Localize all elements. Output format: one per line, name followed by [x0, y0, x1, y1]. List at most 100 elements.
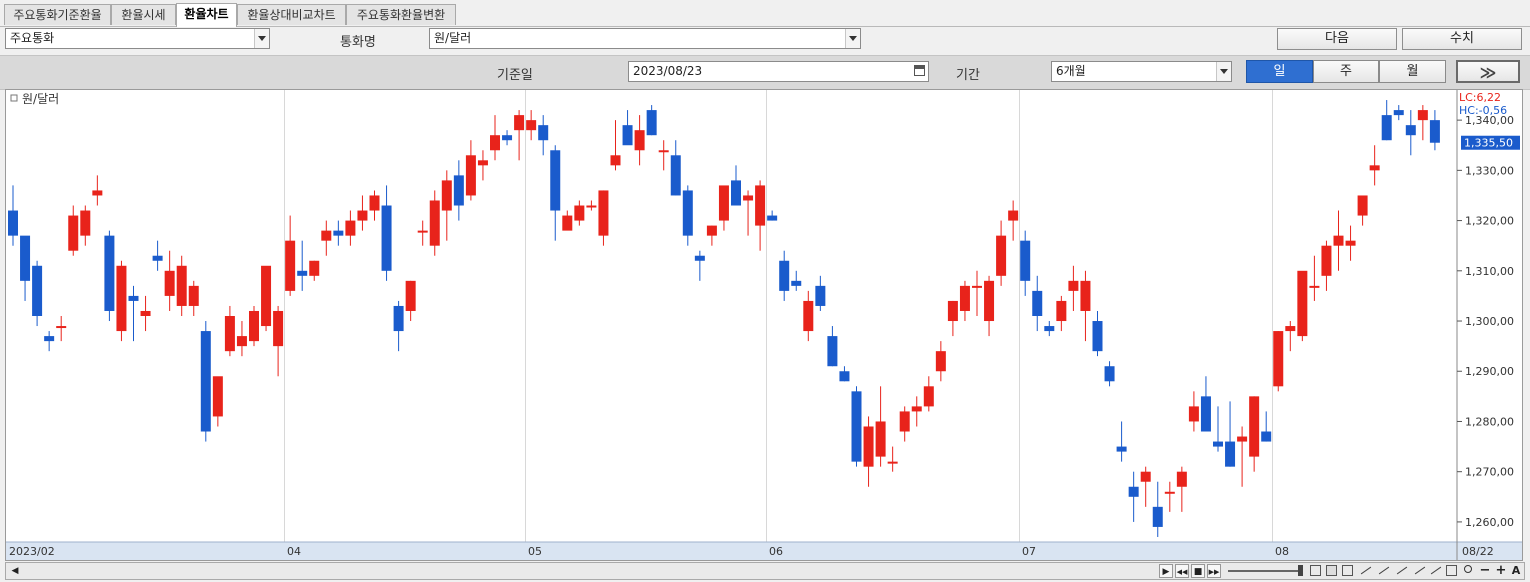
- candle: [236, 321, 247, 357]
- scroll-left-arrow[interactable]: ◀: [8, 564, 22, 578]
- candle-body: [236, 336, 247, 347]
- tab-relative-chart[interactable]: 환율상대비교차트: [237, 4, 346, 25]
- candle-body: [743, 195, 754, 201]
- tab-major-rates[interactable]: 주요통화기준환율: [4, 4, 111, 25]
- candle: [1357, 195, 1368, 226]
- candle: [791, 270, 802, 291]
- candlestick-chart[interactable]: 2023/02 04 05 06 07 08 08/22 1,340,001,330,001…: [6, 90, 1522, 560]
- candle: [453, 160, 464, 221]
- candle: [1056, 295, 1067, 332]
- candle: [32, 260, 43, 327]
- candle-body: [1213, 441, 1223, 447]
- tab-rate-chart[interactable]: 환율차트: [176, 3, 237, 27]
- candle-body: [465, 155, 476, 196]
- candle-body: [309, 260, 320, 276]
- period-daily-button[interactable]: 일: [1246, 60, 1313, 83]
- zoom-out-button[interactable]: −: [1478, 564, 1492, 578]
- candle: [1080, 270, 1091, 342]
- chevron-down-icon[interactable]: [1216, 62, 1231, 81]
- candle: [803, 290, 814, 342]
- trendline-tool-icon[interactable]: [1360, 566, 1372, 575]
- tab-rate-quotes[interactable]: 환율시세: [111, 4, 176, 25]
- candle-body: [1020, 240, 1031, 281]
- legend-marker: [10, 94, 18, 102]
- candle: [188, 280, 199, 316]
- candle-body: [1429, 120, 1440, 143]
- rewind-button[interactable]: ◀◀: [1175, 564, 1189, 578]
- value-button[interactable]: 수치: [1402, 28, 1522, 50]
- candle-body: [514, 115, 525, 131]
- candle: [56, 316, 67, 342]
- candle: [911, 396, 922, 427]
- image-tool-icon[interactable]: [1446, 565, 1457, 576]
- y-tick-label: 1,300,00: [1465, 315, 1514, 328]
- candle: [1213, 406, 1223, 452]
- candle: [1285, 321, 1296, 352]
- candle-body: [1080, 280, 1091, 311]
- stop-button[interactable]: ■: [1191, 564, 1205, 578]
- chevron-down-icon[interactable]: [845, 29, 860, 48]
- candle-body: [947, 300, 958, 322]
- candle: [984, 275, 995, 337]
- candle-body: [1321, 245, 1332, 276]
- currency-group-select[interactable]: 주요통화: [5, 28, 270, 49]
- period-monthly-button[interactable]: 월: [1379, 60, 1446, 83]
- period-weekly-button[interactable]: 주: [1313, 60, 1379, 83]
- calendar-icon[interactable]: [914, 65, 925, 76]
- candle-body: [490, 135, 500, 151]
- wave-tool-icon[interactable]: [1430, 566, 1442, 575]
- candle: [92, 175, 103, 206]
- currency-select[interactable]: 원/달러: [429, 28, 861, 49]
- candle-body: [984, 280, 995, 322]
- candle: [405, 280, 416, 322]
- chart-scrollbar[interactable]: ◀ ▶ ◀◀ ■ ▶▶ − + A: [5, 562, 1525, 580]
- crosshair-tool-icon[interactable]: [1310, 565, 1321, 576]
- candle: [731, 165, 741, 206]
- zoom-slider-thumb[interactable]: [1298, 565, 1303, 576]
- candle: [1297, 270, 1308, 342]
- expand-button[interactable]: ≫: [1456, 60, 1520, 83]
- candle: [1044, 321, 1055, 337]
- x-tick-label: 07: [1022, 545, 1036, 558]
- channel-tool-icon[interactable]: [1414, 566, 1426, 575]
- candle-body: [1092, 321, 1103, 352]
- tab-rate-converter[interactable]: 주요통화환율변환: [346, 4, 456, 25]
- candle: [1273, 331, 1284, 392]
- candle: [1333, 210, 1344, 271]
- box-tool-icon[interactable]: [1326, 565, 1337, 576]
- candle-body: [164, 270, 175, 296]
- candle: [1369, 145, 1380, 186]
- search-icon[interactable]: [1464, 565, 1472, 573]
- candle-body: [1140, 471, 1151, 482]
- candle-body: [8, 210, 18, 236]
- base-date-field[interactable]: 2023/08/23: [628, 61, 929, 82]
- forward-button[interactable]: ▶▶: [1207, 564, 1221, 578]
- candle-body: [1056, 300, 1067, 322]
- candle: [827, 326, 838, 367]
- candle: [1237, 426, 1248, 487]
- period-select[interactable]: 6개월: [1051, 61, 1232, 82]
- candle: [1417, 105, 1428, 141]
- candle: [875, 386, 886, 467]
- y-tick-label: 1,270,00: [1465, 466, 1514, 479]
- candle-body: [851, 391, 862, 462]
- chart-area[interactable]: 2023/02 04 05 06 07 08 08/22 1,340,00 1,330,00 1…: [5, 89, 1523, 561]
- next-button[interactable]: 다음: [1277, 28, 1397, 50]
- angle-tool-icon[interactable]: [1378, 566, 1390, 575]
- candle-body: [1200, 396, 1211, 432]
- candle-body: [152, 255, 163, 261]
- chevron-down-icon[interactable]: [254, 29, 269, 48]
- candle-body: [1369, 165, 1380, 171]
- layout-tool-icon[interactable]: [1342, 565, 1353, 576]
- zoom-in-button[interactable]: +: [1494, 564, 1508, 578]
- candle: [514, 110, 525, 161]
- candle-body: [767, 215, 778, 221]
- play-button[interactable]: ▶: [1159, 564, 1173, 578]
- zoom-slider-track[interactable]: [1228, 570, 1302, 572]
- candle: [526, 110, 537, 141]
- candle: [972, 270, 982, 316]
- auto-scale-button[interactable]: A: [1509, 564, 1523, 578]
- candle-body: [1164, 491, 1175, 494]
- x-tick-label: 06: [769, 545, 783, 558]
- fibonacci-tool-icon[interactable]: [1396, 566, 1408, 575]
